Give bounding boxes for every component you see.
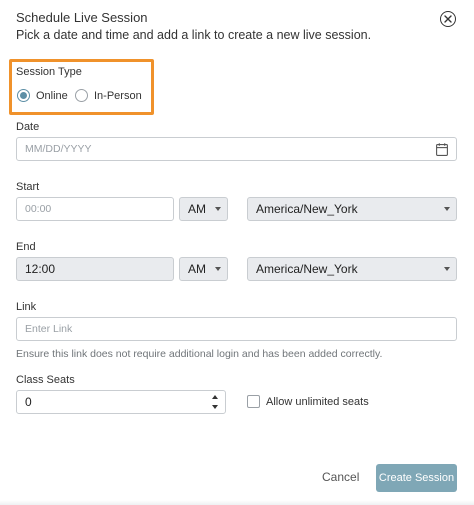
date-label: Date bbox=[16, 121, 40, 133]
start-timezone-select[interactable]: America/New_York bbox=[247, 197, 457, 221]
start-label: Start bbox=[16, 181, 40, 193]
cancel-button[interactable]: Cancel bbox=[322, 470, 359, 484]
class-seats-stepper[interactable]: 0 bbox=[16, 390, 226, 414]
end-timezone-value: America/New_York bbox=[256, 262, 358, 276]
dialog-subtitle: Pick a date and time and add a link to c… bbox=[16, 28, 372, 42]
date-input[interactable]: MM/DD/YYYY bbox=[16, 137, 457, 161]
end-time-input[interactable]: 12:00 bbox=[16, 257, 174, 281]
end-time-value: 12:00 bbox=[25, 262, 56, 276]
start-meridiem-value: AM bbox=[188, 202, 206, 216]
chevron-down-icon bbox=[215, 207, 221, 211]
calendar-icon[interactable] bbox=[436, 143, 448, 156]
chevron-down-icon bbox=[215, 267, 221, 271]
radio-online-control[interactable] bbox=[17, 89, 30, 102]
end-label: End bbox=[16, 241, 36, 253]
create-session-button[interactable]: Create Session bbox=[376, 464, 457, 492]
close-button[interactable] bbox=[440, 11, 456, 27]
radio-online[interactable]: Online bbox=[17, 89, 68, 102]
end-meridiem-value: AM bbox=[188, 262, 206, 276]
unlimited-seats-checkbox[interactable] bbox=[247, 395, 260, 408]
start-meridiem-select[interactable]: AM bbox=[179, 197, 228, 221]
class-seats-value: 0 bbox=[25, 395, 32, 409]
link-placeholder: Enter Link bbox=[25, 323, 73, 335]
dialog-bottom-edge bbox=[0, 500, 474, 505]
end-timezone-select[interactable]: America/New_York bbox=[247, 257, 457, 281]
unlimited-seats-option[interactable]: Allow unlimited seats bbox=[247, 395, 369, 408]
increment-icon[interactable] bbox=[212, 395, 218, 399]
session-type-label: Session Type bbox=[16, 66, 82, 78]
dialog-title: Schedule Live Session bbox=[16, 10, 148, 25]
radio-in-person-label: In-Person bbox=[94, 89, 142, 102]
unlimited-seats-label: Allow unlimited seats bbox=[266, 395, 369, 408]
radio-in-person[interactable]: In-Person bbox=[75, 89, 142, 102]
start-time-placeholder: 00:00 bbox=[25, 203, 52, 215]
class-seats-label: Class Seats bbox=[16, 374, 75, 386]
end-meridiem-select[interactable]: AM bbox=[179, 257, 228, 281]
decrement-icon[interactable] bbox=[212, 405, 218, 409]
start-timezone-value: America/New_York bbox=[256, 202, 358, 216]
radio-online-label: Online bbox=[36, 89, 68, 102]
chevron-down-icon bbox=[444, 267, 450, 271]
chevron-down-icon bbox=[444, 207, 450, 211]
link-label: Link bbox=[16, 301, 37, 313]
link-helper-text: Ensure this link does not require additi… bbox=[16, 348, 383, 360]
date-placeholder: MM/DD/YYYY bbox=[25, 143, 92, 155]
link-input[interactable]: Enter Link bbox=[16, 317, 457, 341]
stepper-arrows-icon[interactable] bbox=[212, 395, 219, 409]
radio-in-person-control[interactable] bbox=[75, 89, 88, 102]
close-icon bbox=[444, 15, 452, 23]
start-time-input[interactable]: 00:00 bbox=[16, 197, 174, 221]
